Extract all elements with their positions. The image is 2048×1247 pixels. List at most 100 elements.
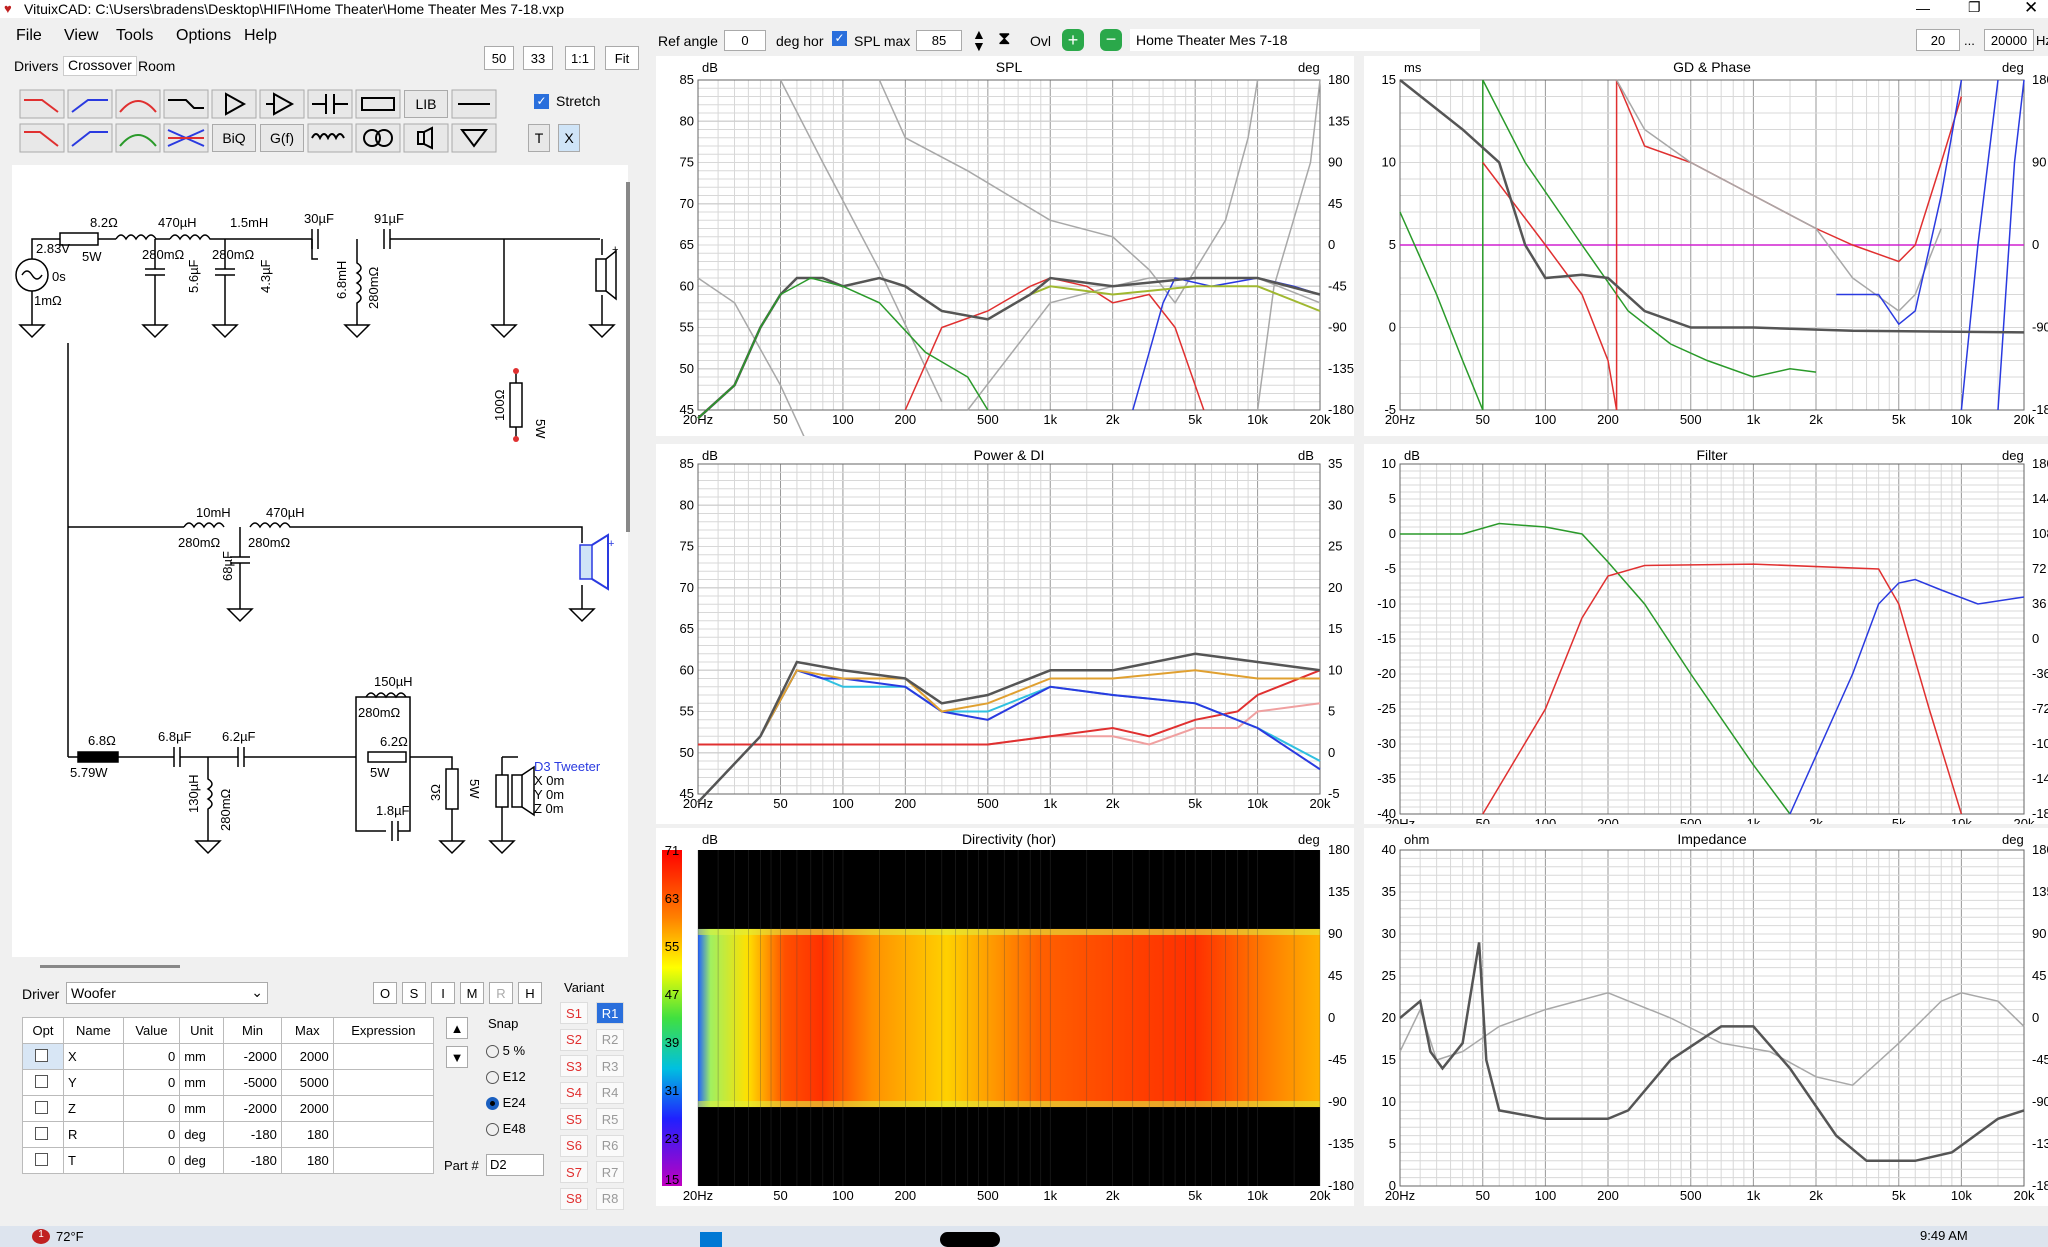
- table-cell[interactable]: [332, 1043, 435, 1070]
- chart-filter[interactable]: Filter dB deg 10 5 0 -5 -10 -15 -20 -25 -30 -35 -40 18…: [1364, 444, 2048, 831]
- table-cell[interactable]: [332, 1147, 435, 1174]
- variant-r4-button[interactable]: R4: [596, 1081, 624, 1104]
- minimize-icon[interactable]: —: [1916, 0, 1930, 16]
- horizontal-scrollbar[interactable]: [40, 965, 180, 968]
- inductor-button[interactable]: [307, 123, 353, 153]
- table-row[interactable]: Z 0 mm -2000 2000: [21, 1095, 435, 1122]
- opt-checkbox[interactable]: [35, 1152, 48, 1166]
- lowpass-red-2-button[interactable]: [19, 123, 65, 153]
- ground-button[interactable]: [451, 123, 497, 153]
- bandpass-red-button[interactable]: [115, 89, 161, 119]
- variant-s2-button[interactable]: S2: [560, 1028, 588, 1051]
- menu-help[interactable]: Help: [244, 27, 277, 45]
- speaker-button[interactable]: [403, 123, 449, 153]
- taskbar-app-icon[interactable]: [940, 1232, 1000, 1247]
- x-button[interactable]: X: [558, 124, 580, 152]
- chart-dir[interactable]: Directivity (hor) dB deg 180 135 90 45 0 -45 -90 -…: [656, 828, 1354, 1206]
- snap-option-e12[interactable]: E12: [486, 1064, 526, 1090]
- start-icon[interactable]: [700, 1232, 722, 1247]
- table-cell[interactable]: T: [63, 1147, 124, 1174]
- part-input[interactable]: D2: [486, 1154, 544, 1176]
- lib-button[interactable]: LIB: [404, 90, 448, 118]
- vertical-scrollbar[interactable]: [626, 182, 630, 532]
- opt-checkbox[interactable]: [35, 1100, 48, 1114]
- spl-max-checkbox[interactable]: ✓: [832, 31, 847, 46]
- mode-r-button[interactable]: R: [489, 982, 513, 1004]
- zoom-50-button[interactable]: 50: [484, 46, 514, 70]
- table-cell[interactable]: -2000: [223, 1095, 282, 1122]
- add-overlay-button[interactable]: +: [1062, 29, 1084, 51]
- freq-low-input[interactable]: 20: [1916, 29, 1960, 51]
- table-cell[interactable]: X: [63, 1043, 124, 1070]
- table-cell[interactable]: 5000: [280, 1069, 334, 1096]
- schematic-canvas[interactable]: 2.83V 0s 1mΩ 8.2Ω 5W 470µH 280mΩ 1.5mH 2…: [12, 165, 628, 957]
- move-up-button[interactable]: ▲: [446, 1017, 468, 1039]
- table-cell[interactable]: 0: [122, 1121, 181, 1148]
- snap-option-5pct[interactable]: 5 %: [486, 1038, 526, 1064]
- tab-drivers[interactable]: Drivers: [10, 58, 62, 78]
- table-cell[interactable]: 180: [280, 1147, 334, 1174]
- zoom-33-button[interactable]: 33: [523, 46, 553, 70]
- table-cell[interactable]: [332, 1095, 435, 1122]
- freq-high-input[interactable]: 20000: [1984, 29, 2034, 51]
- menu-options[interactable]: Options: [176, 27, 231, 45]
- shelf-button[interactable]: [163, 89, 209, 119]
- snap-option-e24[interactable]: E24: [486, 1090, 526, 1116]
- highpass-blue-2-button[interactable]: [67, 123, 113, 153]
- tab-room[interactable]: Room: [134, 58, 179, 78]
- table-row[interactable]: T 0 deg -180 180: [21, 1147, 435, 1174]
- chart-imp[interactable]: Impedanceohmdeg4035302520151050180135904…: [1364, 828, 2048, 1206]
- hourglass-icon[interactable]: ⧗: [998, 28, 1011, 49]
- opt-checkbox[interactable]: [35, 1074, 48, 1088]
- table-cell[interactable]: -2000: [223, 1043, 282, 1070]
- table-cell[interactable]: 180: [280, 1121, 334, 1148]
- table-row[interactable]: X 0 mm -2000 2000: [21, 1043, 435, 1070]
- variant-r7-button[interactable]: R7: [596, 1161, 624, 1183]
- gf-button[interactable]: G(f): [260, 124, 304, 152]
- variant-s8-button[interactable]: S8: [560, 1187, 588, 1210]
- menu-tools[interactable]: Tools: [116, 27, 153, 45]
- table-row[interactable]: R 0 deg -180 180: [21, 1121, 435, 1148]
- variant-s7-button[interactable]: S7: [560, 1161, 588, 1183]
- bandpass-green-button[interactable]: [115, 123, 161, 153]
- table-cell[interactable]: [332, 1069, 435, 1096]
- project-name-field[interactable]: Home Theater Mes 7-18: [1130, 29, 1480, 51]
- ref-angle-input[interactable]: 0: [724, 30, 766, 51]
- tab-crossover[interactable]: Crossover: [63, 56, 137, 76]
- variant-s1-button[interactable]: S1: [560, 1002, 588, 1024]
- menu-file[interactable]: File: [16, 27, 42, 45]
- driver-select[interactable]: Woofer ⌄: [66, 982, 268, 1004]
- chart-gd[interactable]: GD & Phasemsdeg151050-5180900-90-18020Hz…: [1364, 56, 2048, 436]
- variant-s4-button[interactable]: S4: [560, 1081, 588, 1104]
- stretch-checkbox[interactable]: ✓: [534, 94, 549, 109]
- table-cell[interactable]: -180: [223, 1147, 282, 1174]
- table-row[interactable]: Y 0 mm -5000 5000: [21, 1069, 435, 1096]
- spl-max-input[interactable]: 85: [916, 30, 962, 51]
- variant-r8-button[interactable]: R8: [596, 1187, 624, 1210]
- chart-power[interactable]: Power & DI dB dB 85 80 75 70 65 60 55 50 45 35 30 25 20…: [656, 444, 1354, 824]
- variant-r1-button[interactable]: R1: [596, 1002, 624, 1024]
- biq-button[interactable]: BiQ: [212, 124, 256, 152]
- variant-r5-button[interactable]: R5: [596, 1108, 624, 1130]
- table-cell[interactable]: 0: [122, 1043, 181, 1070]
- move-down-button[interactable]: ▼: [446, 1046, 468, 1068]
- opt-checkbox[interactable]: [35, 1048, 48, 1062]
- table-cell[interactable]: 2000: [280, 1095, 334, 1122]
- t-button[interactable]: T: [528, 124, 550, 152]
- mode-o-button[interactable]: O: [373, 982, 397, 1004]
- table-cell[interactable]: 0: [122, 1147, 181, 1174]
- variant-s3-button[interactable]: S3: [560, 1055, 588, 1077]
- table-cell[interactable]: -180: [223, 1121, 282, 1148]
- maximize-icon[interactable]: ❐: [1968, 0, 1981, 16]
- table-cell[interactable]: Y: [63, 1069, 124, 1096]
- variant-s6-button[interactable]: S6: [560, 1134, 588, 1157]
- close-icon[interactable]: ✕: [2024, 0, 2038, 18]
- mode-m-button[interactable]: M: [460, 982, 484, 1004]
- highpass-blue-button[interactable]: [67, 89, 113, 119]
- transformer-button[interactable]: [355, 123, 401, 153]
- mode-s-button[interactable]: S: [402, 982, 426, 1004]
- table-cell[interactable]: 0: [122, 1095, 181, 1122]
- table-cell[interactable]: [332, 1121, 435, 1148]
- zoom-1to1-button[interactable]: 1:1: [565, 46, 595, 70]
- spl-spinner-icon[interactable]: ▲ ▼: [972, 27, 986, 53]
